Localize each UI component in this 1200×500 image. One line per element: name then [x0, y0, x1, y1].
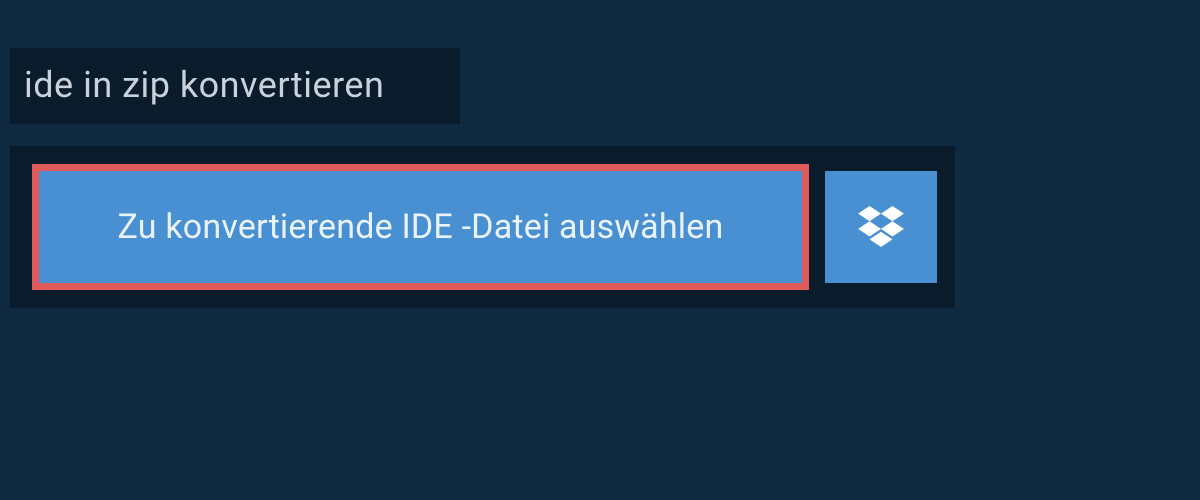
dropbox-icon — [858, 206, 904, 248]
page-heading-box: ide in zip konvertieren — [10, 48, 460, 124]
select-file-button-label: Zu konvertierende IDE -Datei auswählen — [118, 207, 724, 247]
select-file-button[interactable]: Zu konvertierende IDE -Datei auswählen — [32, 164, 809, 290]
page-container: ide in zip konvertieren Zu konvertierend… — [0, 0, 1200, 500]
action-panel: Zu konvertierende IDE -Datei auswählen — [10, 146, 955, 308]
dropbox-button[interactable] — [825, 171, 937, 283]
page-title: ide in zip konvertieren — [24, 64, 432, 106]
